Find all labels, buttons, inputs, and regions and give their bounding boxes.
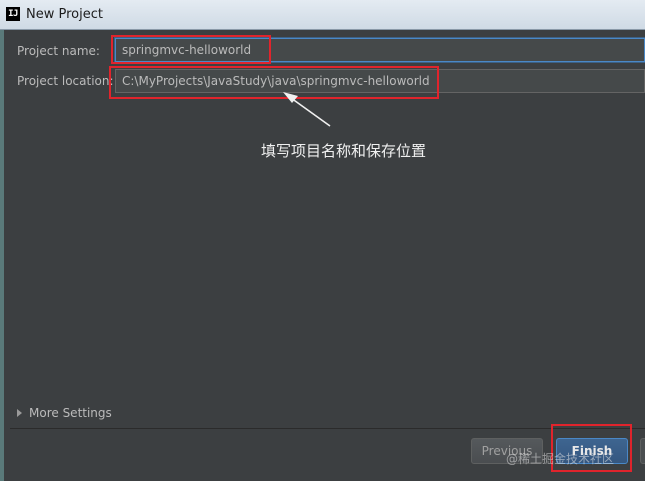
cancel-button-partial[interactable] — [640, 438, 645, 464]
watermark-text: @稀土掘金技术社区 — [506, 452, 615, 466]
expand-triangle-icon — [17, 409, 22, 417]
new-project-dialog: IJ New Project Project name: springmvc-h… — [0, 0, 645, 481]
more-settings-label: More Settings — [29, 406, 112, 420]
annotation-text: 填写项目名称和保存位置 — [261, 142, 427, 160]
more-settings-toggle[interactable]: More Settings — [17, 406, 112, 420]
footer-separator — [10, 428, 645, 429]
